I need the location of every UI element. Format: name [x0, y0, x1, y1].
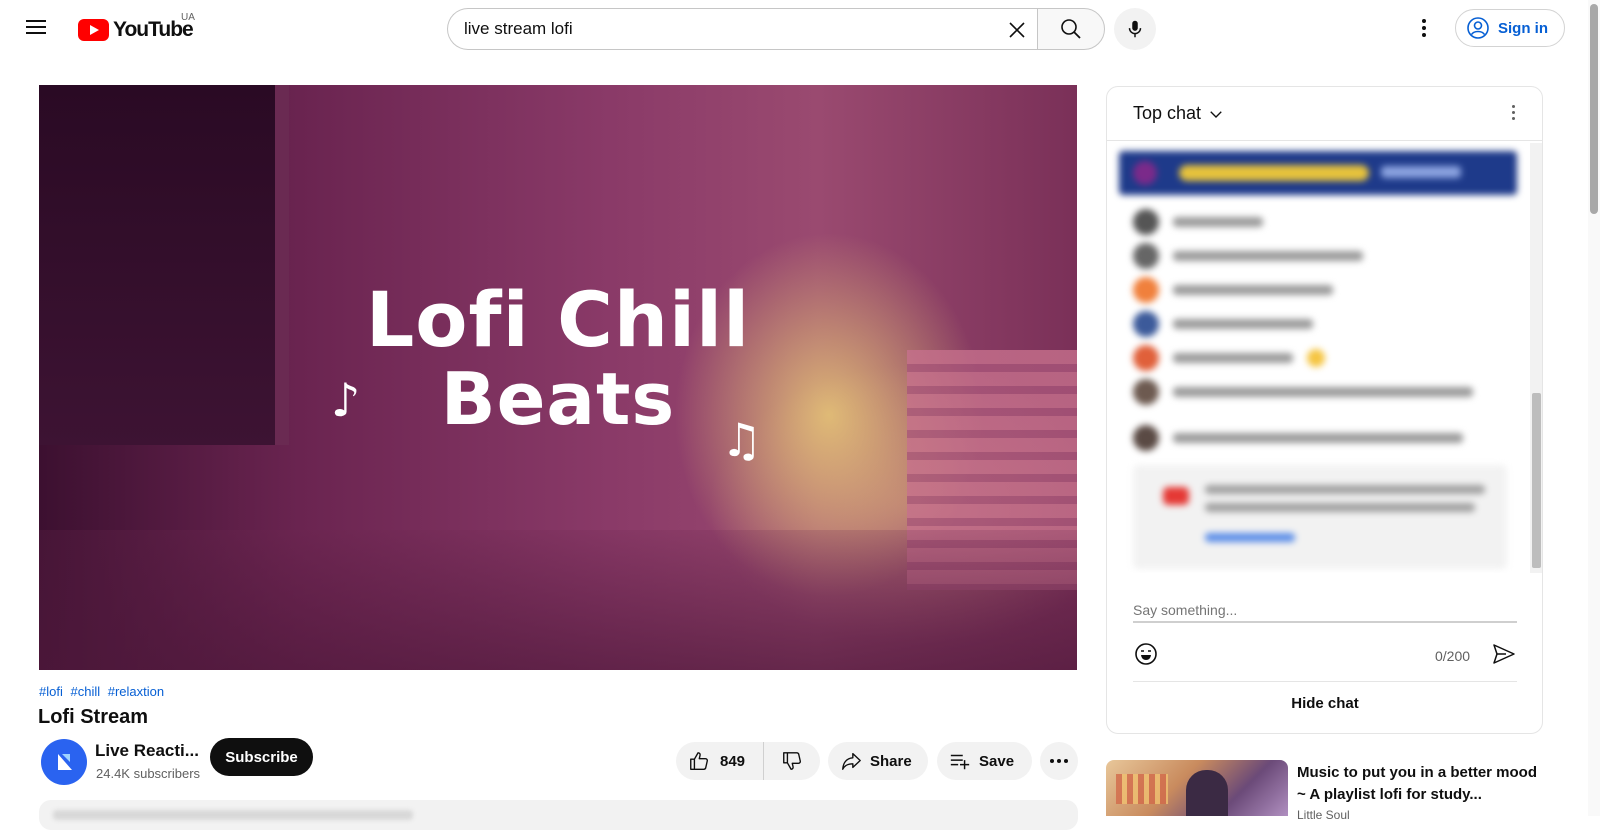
pinned-message-blurred [1119, 151, 1517, 195]
settings-kebab-icon[interactable] [1412, 16, 1436, 40]
share-button[interactable]: Share [828, 742, 928, 780]
chat-mode-label: Top chat [1133, 103, 1202, 123]
like-count: 849 [720, 752, 746, 770]
youtube-play-icon [78, 19, 109, 41]
overlay-line-1: Lofi Chill [365, 275, 751, 364]
chat-message-blurred [1133, 425, 1463, 451]
chat-message-blurred [1133, 209, 1263, 235]
overlay-line-2: Beats [440, 357, 676, 441]
channel-name[interactable]: Live Reacti... [95, 741, 199, 761]
thumbs-up-icon [690, 752, 708, 770]
channel-logo-icon [58, 754, 72, 770]
share-label: Share [870, 752, 912, 770]
page-scrollbar-thumb[interactable] [1590, 4, 1598, 214]
voice-search-button[interactable] [1114, 8, 1156, 50]
save-label: Save [979, 752, 1015, 770]
chat-messages [1107, 143, 1531, 573]
live-chat-panel: Top chat 0/200 Hide chat [1106, 86, 1543, 734]
hamburger-menu-icon[interactable] [24, 16, 48, 40]
chat-message-blurred [1133, 345, 1325, 371]
search-icon [1061, 19, 1081, 39]
chat-message-input[interactable] [1133, 599, 1517, 623]
search-input[interactable] [464, 19, 984, 39]
recommendation-title[interactable]: Music to put you in a better mood ~ A pl… [1297, 762, 1537, 806]
subscribe-button[interactable]: Subscribe [210, 738, 313, 776]
chat-message-blurred [1133, 277, 1333, 303]
send-icon[interactable] [1491, 641, 1517, 667]
sign-in-label: Sign in [1498, 19, 1548, 37]
sign-in-button[interactable]: Sign in [1455, 9, 1565, 47]
search-button[interactable] [1037, 8, 1105, 50]
hashtag-link[interactable]: #chill [70, 684, 100, 699]
microphone-icon [1128, 20, 1142, 38]
thumbs-down-icon [783, 752, 801, 770]
recommendation-thumbnail[interactable] [1106, 760, 1288, 816]
like-button[interactable]: 849 [676, 742, 764, 780]
chat-message-blurred [1133, 243, 1363, 269]
search-box [447, 8, 1037, 50]
save-button[interactable]: Save [937, 742, 1032, 780]
search-bar [447, 8, 1105, 50]
chat-scrollbar-thumb[interactable] [1532, 393, 1541, 568]
more-actions-icon[interactable] [1040, 742, 1078, 780]
page-scrollbar[interactable] [1588, 0, 1600, 816]
video-overlay-title: Lofi Chill Beats [39, 275, 1077, 441]
hashtag-link[interactable]: #lofi [39, 684, 63, 699]
hide-chat-button[interactable]: Hide chat [1133, 681, 1517, 725]
chevron-down-icon [1210, 110, 1222, 118]
hashtags: #lofi #chill #relaxtion [39, 684, 168, 699]
chat-welcome-notice-blurred [1133, 465, 1507, 569]
thumbnail-figure [1186, 770, 1228, 816]
account-icon [1467, 17, 1489, 39]
playlist-add-icon [950, 754, 970, 770]
chat-input-area: 0/200 Hide chat [1107, 577, 1542, 733]
chat-options-kebab-icon[interactable] [1510, 105, 1516, 125]
chat-scrollbar[interactable] [1530, 143, 1542, 573]
recommendation-channel[interactable]: Little Soul [1297, 808, 1350, 822]
youtube-logo[interactable]: YouTube [78, 18, 194, 42]
chat-message-blurred [1133, 379, 1473, 405]
description-box[interactable] [39, 800, 1078, 830]
description-blurred-text [53, 810, 413, 820]
top-header: YouTube UA Sign in [0, 0, 1600, 56]
video-player[interactable]: ♪ ♫ Lofi Chill Beats [39, 85, 1077, 670]
chat-mode-selector[interactable]: Top chat [1133, 103, 1225, 124]
clear-icon[interactable] [1005, 18, 1029, 42]
char-counter: 0/200 [1435, 648, 1471, 664]
channel-avatar[interactable] [41, 739, 87, 785]
chat-message-blurred [1133, 311, 1313, 337]
chat-header: Top chat [1107, 87, 1542, 141]
dislike-button[interactable] [764, 742, 820, 780]
like-dislike-group: 849 [676, 742, 820, 780]
emoji-icon[interactable] [1133, 641, 1159, 667]
hashtag-link[interactable]: #relaxtion [108, 684, 164, 699]
country-code: UA [181, 12, 195, 23]
video-title: Lofi Stream [38, 706, 149, 728]
video-scene-desk [39, 530, 1077, 670]
thumbnail-shelf [1116, 774, 1168, 804]
share-icon [842, 752, 861, 770]
subscriber-count: 24.4K subscribers [96, 766, 201, 781]
